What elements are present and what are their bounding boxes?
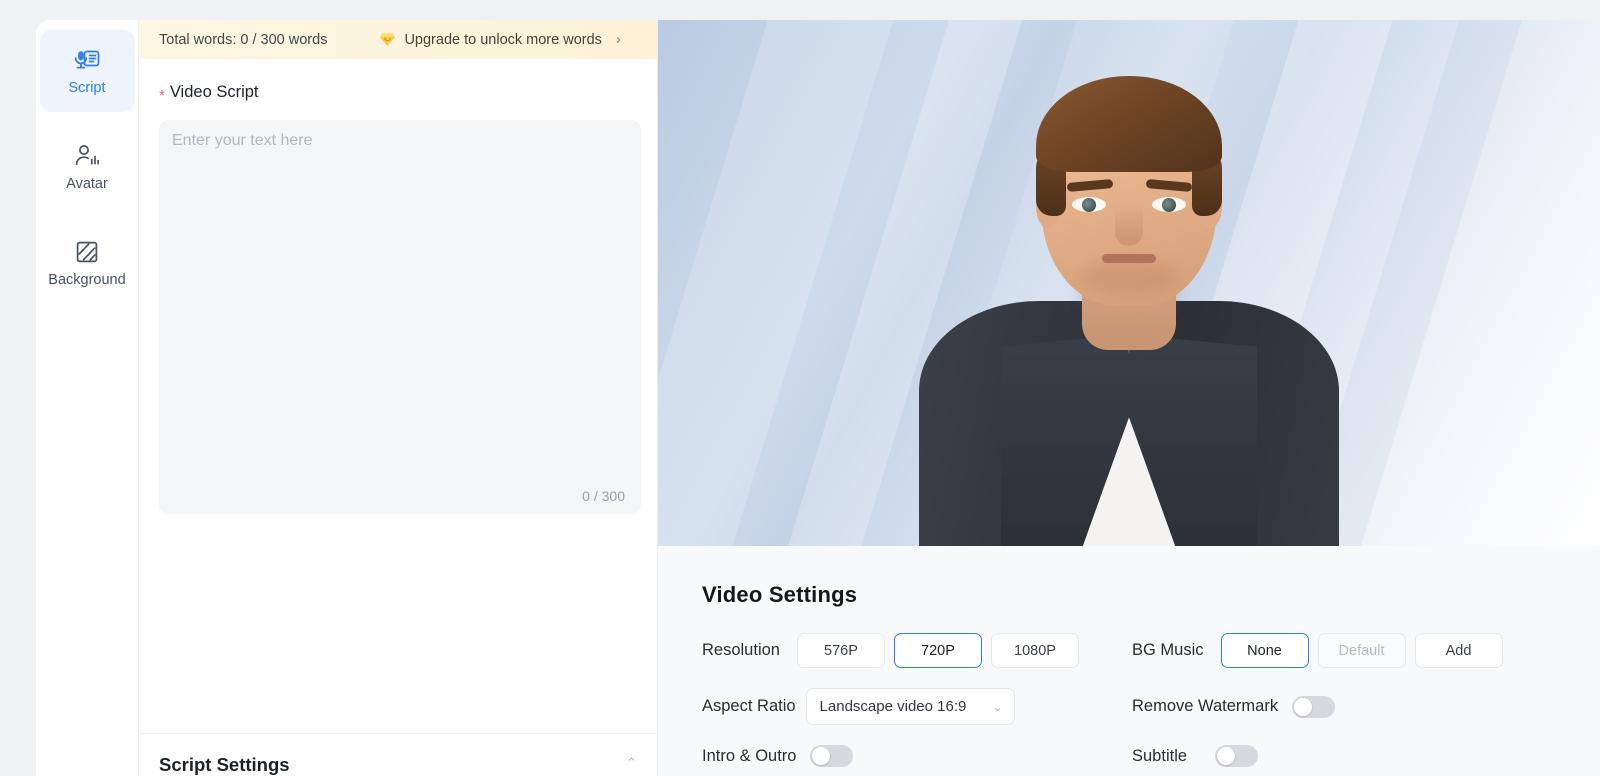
remove-watermark-row: Remove Watermark	[1132, 688, 1600, 725]
resolution-label: Resolution	[702, 641, 780, 659]
resolution-options: 576P 720P 1080P	[796, 633, 1079, 668]
mouth	[1102, 254, 1156, 263]
video-script-label-row: * Video Script	[139, 59, 657, 104]
toggle-knob	[1294, 697, 1313, 716]
script-mic-icon	[73, 46, 101, 74]
bg-music-label: BG Music	[1132, 641, 1204, 659]
remove-watermark-label: Remove Watermark	[1132, 697, 1279, 715]
script-settings-header[interactable]: Script Settings ⌃	[159, 756, 637, 776]
sidebar-item-label: Script	[68, 80, 106, 97]
intro-outro-toggle[interactable]	[810, 745, 854, 767]
script-char-counter: 0 / 300	[582, 488, 625, 504]
nose	[1115, 206, 1143, 246]
settings-grid: Resolution 576P 720P 1080P BG Music None…	[702, 633, 1600, 767]
chin-shadow	[1081, 260, 1177, 294]
script-panel: Total words: 0 / 300 words Upgrade to un…	[139, 20, 658, 776]
resolution-option-576p[interactable]: 576P	[796, 633, 885, 668]
aspect-ratio-label: Aspect Ratio	[702, 697, 796, 715]
upgrade-label: Upgrade to unlock more words	[404, 31, 602, 48]
gem-icon	[379, 32, 396, 47]
sidebar-item-background[interactable]: Background	[40, 222, 135, 304]
toggle-knob	[1217, 747, 1236, 765]
aspect-ratio-row: Aspect Ratio Landscape video 16:9 ⌄	[702, 688, 1132, 725]
video-settings-title: Video Settings	[702, 582, 858, 607]
required-asterisk: *	[159, 87, 165, 104]
preview-and-settings: Video Settings Resolution 576P 720P 1080…	[658, 20, 1600, 776]
video-script-label: Video Script	[169, 83, 259, 101]
subtitle-label: Subtitle	[1132, 746, 1188, 765]
subtitle-row: Subtitle	[1132, 745, 1600, 767]
chevron-right-icon: ›	[615, 31, 621, 48]
app-window: Script Avatar Background Total words: 0 …	[36, 20, 1600, 776]
divider	[139, 733, 657, 734]
video-settings-panel: Video Settings Resolution 576P 720P 1080…	[658, 546, 1600, 776]
bg-music-option-default[interactable]: Default	[1317, 633, 1406, 668]
sidebar-item-script[interactable]: Script	[39, 30, 135, 112]
intro-outro-label: Intro & Outro	[702, 746, 797, 765]
bg-music-option-add[interactable]: Add	[1414, 633, 1503, 668]
toggle-knob	[812, 747, 831, 765]
bg-music-options: None Default Add	[1220, 633, 1503, 668]
backdrop-band	[658, 20, 937, 546]
aspect-ratio-select[interactable]: Landscape video 16:9 ⌄	[805, 688, 1015, 725]
script-placeholder: Enter your text here	[172, 132, 313, 149]
remove-watermark-toggle[interactable]	[1292, 695, 1336, 718]
chevron-up-icon[interactable]: ⌃	[626, 756, 637, 769]
hair	[1036, 76, 1222, 172]
subtitle-toggle[interactable]	[1215, 745, 1259, 767]
resolution-row: Resolution 576P 720P 1080P	[702, 633, 1132, 668]
script-settings-title: Script Settings	[159, 756, 290, 775]
bg-music-row: BG Music None Default Add	[1132, 633, 1600, 668]
sidebar-item-avatar[interactable]: Avatar	[40, 126, 135, 208]
word-quota-text: Total words: 0 / 300 words	[159, 31, 328, 48]
quota-banner: Total words: 0 / 300 words Upgrade to un…	[139, 20, 657, 59]
upgrade-link[interactable]: Upgrade to unlock more words ›	[379, 31, 621, 48]
iris	[1162, 198, 1176, 212]
intro-outro-row: Intro & Outro	[702, 745, 1132, 767]
bg-music-option-none[interactable]: None	[1220, 633, 1309, 668]
sidebar-item-label: Avatar	[66, 176, 108, 193]
sidebar-item-label: Background	[48, 272, 126, 289]
chevron-down-icon: ⌄	[992, 699, 1003, 714]
iris	[1082, 198, 1096, 212]
eye-left	[1072, 197, 1106, 212]
avatar-figure	[899, 76, 1359, 546]
resolution-option-720p[interactable]: 720P	[893, 633, 982, 668]
aspect-ratio-value: Landscape video 16:9	[819, 698, 967, 715]
avatar-person-icon	[73, 142, 101, 170]
video-preview[interactable]	[658, 20, 1600, 546]
script-input[interactable]: Enter your text here 0 / 300	[159, 120, 641, 514]
resolution-option-1080p[interactable]: 1080P	[990, 633, 1079, 668]
eye-right	[1152, 197, 1186, 212]
left-sidebar: Script Avatar Background	[36, 20, 139, 776]
background-hatch-icon	[73, 238, 101, 266]
